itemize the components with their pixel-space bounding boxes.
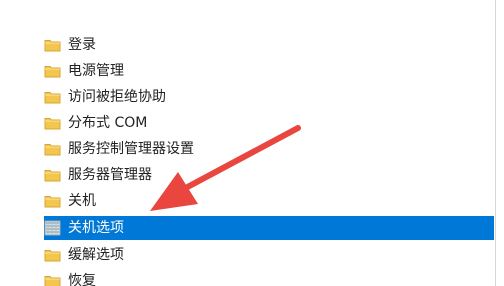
folder-icon <box>44 276 61 286</box>
tree-item-login[interactable]: 登录 <box>44 33 494 57</box>
tree-item-mitigation-options[interactable]: 缓解选项 <box>44 243 494 267</box>
group-policy-tree-screen: 登录 电源管理 访问被拒绝协助 分布式 COM 服务控制管理器设置 服务器管理器… <box>0 0 504 286</box>
tree-item-label: 分布式 COM <box>68 115 148 131</box>
tree-item-service-control-manager-settings[interactable]: 服务控制管理器设置 <box>44 137 494 161</box>
tree-item-label: 恢复 <box>68 273 96 286</box>
folder-icon <box>44 40 61 52</box>
folder-icon <box>44 66 61 78</box>
tree-item-server-manager[interactable]: 服务器管理器 <box>44 163 494 187</box>
folder-icon <box>44 196 61 208</box>
folder-icon <box>44 170 61 182</box>
policy-tree: 登录 电源管理 访问被拒绝协助 分布式 COM 服务控制管理器设置 服务器管理器… <box>0 33 504 286</box>
tree-item-shutdown-options[interactable]: 关机选项 <box>44 216 494 240</box>
tree-item-label: 服务器管理器 <box>68 167 152 183</box>
tree-item-access-denied-assistance[interactable]: 访问被拒绝协助 <box>44 85 494 109</box>
policy-settings-icon <box>44 220 61 236</box>
tree-item-distributed-com[interactable]: 分布式 COM <box>44 111 494 135</box>
folder-icon <box>44 250 61 262</box>
folder-icon <box>44 144 61 156</box>
tree-item-recovery[interactable]: 恢复 <box>44 269 494 286</box>
tree-item-label: 关机选项 <box>68 220 124 236</box>
folder-icon <box>44 92 61 104</box>
tree-item-power-management[interactable]: 电源管理 <box>44 59 494 83</box>
tree-item-label: 服务控制管理器设置 <box>68 141 194 157</box>
tree-item-label: 电源管理 <box>68 63 124 79</box>
tree-item-label: 缓解选项 <box>68 247 124 263</box>
folder-icon <box>44 118 61 130</box>
tree-item-shutdown[interactable]: 关机 <box>44 189 494 213</box>
tree-item-label: 访问被拒绝协助 <box>68 89 166 105</box>
tree-item-label: 登录 <box>68 37 96 53</box>
tree-item-label: 关机 <box>68 193 96 209</box>
